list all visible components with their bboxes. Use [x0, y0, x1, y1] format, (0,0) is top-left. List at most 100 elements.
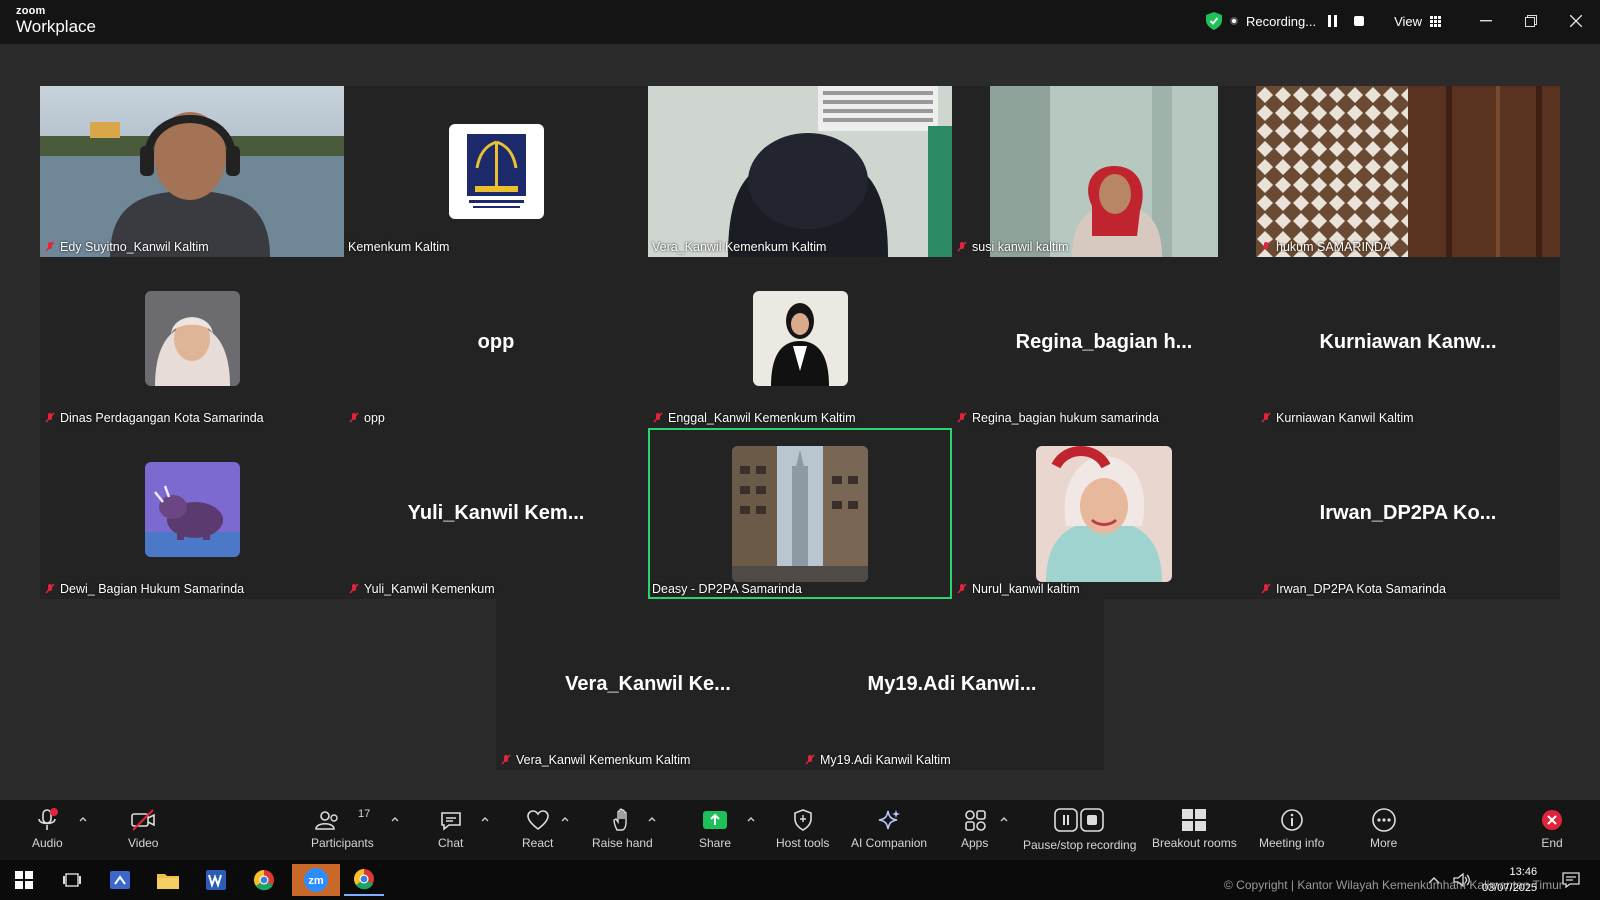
- taskbar-app-word[interactable]: [196, 864, 236, 896]
- participants-options-caret-icon[interactable]: [390, 814, 400, 824]
- taskbar-app-file-explorer[interactable]: [148, 864, 188, 896]
- muted-mic-icon: [45, 241, 55, 252]
- participant-display-name: Irwan_DP2PA Ko...: [1319, 502, 1497, 524]
- close-icon: [1570, 15, 1582, 27]
- show-hidden-icons-button[interactable]: [1424, 864, 1444, 896]
- participant-name: Kurniawan Kanwil Kaltim: [1260, 411, 1414, 425]
- audio-options-caret-icon[interactable]: [78, 814, 88, 824]
- participant-name: Vera_Kanwil Kemenkum Kaltim: [652, 240, 827, 254]
- brand-top: zoom: [16, 5, 46, 17]
- clock-time: 13:46: [1509, 866, 1538, 878]
- participant-name: opp: [348, 411, 385, 425]
- taskbar-app-chrome-profile[interactable]: [344, 864, 384, 896]
- participant-name: hukum SAMARINDA: [1260, 240, 1391, 254]
- chat-options-caret-icon[interactable]: [480, 814, 490, 824]
- share-button[interactable]: Share: [699, 808, 731, 850]
- raise-hand-button[interactable]: Raise hand: [592, 808, 653, 850]
- notifications-button[interactable]: [1556, 864, 1586, 896]
- start-button[interactable]: [4, 864, 44, 896]
- participant-name: Edy Suyitno_Kanwil Kaltim: [44, 240, 209, 254]
- heart-icon: [526, 810, 549, 831]
- participant-tile[interactable]: My19.Adi Kanwi... My19.Adi Kanwil Kaltim: [800, 599, 1104, 770]
- svg-text:zm: zm: [308, 875, 324, 887]
- folder-icon: [157, 874, 179, 889]
- apps-button[interactable]: Apps: [961, 808, 988, 850]
- muted-mic-icon: [957, 583, 967, 594]
- participant-tile[interactable]: Enggal_Kanwil Kemenkum Kaltim: [648, 257, 952, 428]
- avatar-photo: [753, 291, 848, 386]
- participant-tile[interactable]: Kurniawan Kanw... Kurniawan Kanwil Kalti…: [1256, 257, 1560, 428]
- share-options-caret-icon[interactable]: [746, 814, 756, 824]
- muted-mic-icon: [501, 754, 511, 765]
- host-tools-button[interactable]: Host tools: [776, 808, 829, 850]
- restore-button[interactable]: [1515, 10, 1547, 32]
- view-button[interactable]: View: [1394, 13, 1442, 29]
- avatar-photo: [145, 291, 240, 386]
- volume-button[interactable]: [1450, 864, 1474, 896]
- participant-avatar: [732, 446, 868, 582]
- microphone-muted-icon: [38, 808, 59, 830]
- ai-sparkle-icon: [878, 810, 901, 830]
- task-view-button[interactable]: [52, 864, 92, 896]
- raise-hand-icon: [613, 808, 628, 831]
- participant-tile[interactable]: Regina_bagian h... Regina_bagian hukum s…: [952, 257, 1256, 428]
- share-screen-icon: [703, 811, 728, 829]
- meeting-info-button[interactable]: Meeting info: [1259, 808, 1324, 850]
- contacts-app-icon: [110, 871, 130, 889]
- muted-mic-icon: [1261, 583, 1271, 594]
- participant-name: Dinas Perdagangan Kota Samarinda: [44, 411, 264, 425]
- pause-icon: [1328, 15, 1338, 27]
- react-options-caret-icon[interactable]: [560, 814, 570, 824]
- system-clock[interactable]: 13:46 03/07/2025: [1482, 864, 1537, 896]
- participant-tile[interactable]: Dinas Perdagangan Kota Samarinda: [40, 257, 344, 428]
- muted-mic-icon: [957, 412, 967, 423]
- stop-recording-button[interactable]: [1350, 12, 1368, 30]
- participants-count: 17: [358, 808, 371, 820]
- pause-stop-recording-button[interactable]: Pause/stop recording: [1023, 808, 1136, 852]
- video-button[interactable]: Video: [128, 808, 158, 850]
- restore-icon: [1525, 15, 1537, 27]
- close-button[interactable]: [1560, 10, 1592, 32]
- video-gallery: Edy Suyitno_Kanwil Kaltim Kemenkum Kalti…: [0, 44, 1600, 800]
- participant-name: Nurul_kanwil kaltim: [956, 582, 1080, 596]
- breakout-rooms-button[interactable]: Breakout rooms: [1152, 808, 1237, 850]
- participant-video: [648, 86, 952, 257]
- end-meeting-button[interactable]: End: [1540, 808, 1564, 850]
- muted-mic-icon: [45, 412, 55, 423]
- chrome-profile-icon: [354, 869, 374, 890]
- taskbar-app-zoom[interactable]: zm: [292, 864, 340, 896]
- participant-tile[interactable]: Vera_Kanwil Kemenkum Kaltim: [648, 86, 952, 257]
- participant-tile[interactable]: Irwan_DP2PA Ko... Irwan_DP2PA Kota Samar…: [1256, 428, 1560, 599]
- participant-tile-active-speaker[interactable]: Deasy - DP2PA Samarinda: [648, 428, 952, 599]
- audio-button[interactable]: Audio: [32, 808, 63, 850]
- participant-tile[interactable]: susi kanwil kaltim: [952, 86, 1256, 257]
- participant-tile[interactable]: Kemenkum Kaltim: [344, 86, 648, 257]
- clock-date: 03/07/2025: [1482, 882, 1538, 894]
- participant-tile[interactable]: Vera_Kanwil Ke... Vera_Kanwil Kemenkum K…: [496, 599, 800, 770]
- minimize-button[interactable]: [1470, 10, 1502, 32]
- view-label: View: [1394, 13, 1423, 29]
- encryption-shield-icon[interactable]: [1206, 12, 1222, 30]
- taskbar-app-chrome[interactable]: [244, 864, 284, 896]
- muted-mic-icon: [805, 754, 815, 765]
- participant-tile[interactable]: Yuli_Kanwil Kem... Yuli_Kanwil Kemenkum: [344, 428, 648, 599]
- participant-tile[interactable]: Nurul_kanwil kaltim: [952, 428, 1256, 599]
- chat-button[interactable]: Chat: [438, 808, 463, 850]
- notification-icon: [1562, 872, 1580, 888]
- participant-tile[interactable]: Edy Suyitno_Kanwil Kaltim: [40, 86, 344, 257]
- raise-hand-options-caret-icon[interactable]: [647, 814, 657, 824]
- apps-options-caret-icon[interactable]: [999, 814, 1009, 824]
- participant-avatar: [753, 291, 848, 386]
- ai-companion-button[interactable]: AI Companion: [851, 808, 927, 850]
- participant-tile[interactable]: Dewi_ Bagian Hukum Samarinda: [40, 428, 344, 599]
- participant-tile[interactable]: opp opp: [344, 257, 648, 428]
- more-button[interactable]: More: [1370, 808, 1397, 850]
- muted-mic-icon: [349, 583, 359, 594]
- participant-tile[interactable]: hukum SAMARINDA: [1256, 86, 1560, 257]
- zoom-workplace-logo: zoom Workplace: [16, 5, 96, 36]
- organization-emblem-icon: [467, 134, 526, 208]
- taskbar-app-contacts[interactable]: [100, 864, 140, 896]
- pause-recording-button[interactable]: [1324, 12, 1342, 30]
- react-button[interactable]: React: [522, 808, 553, 850]
- minimize-icon: [1480, 20, 1492, 22]
